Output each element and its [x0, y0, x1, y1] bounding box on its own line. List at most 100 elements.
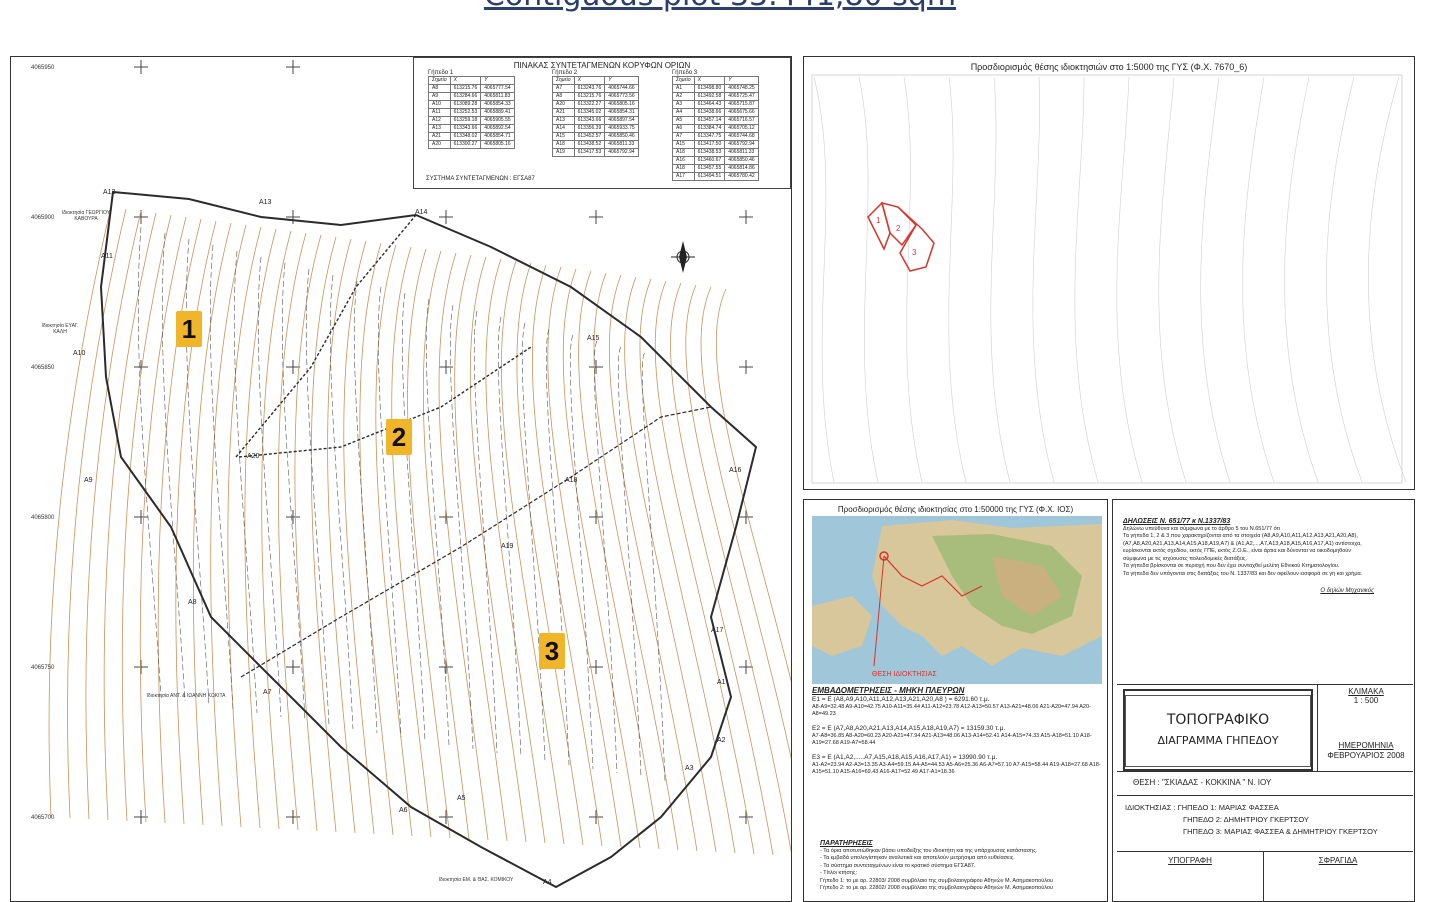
vertex-label: A6 — [399, 807, 408, 814]
stamp-box: ΣΦΡΑΓΙΔΑ — [1263, 851, 1413, 901]
coord-cell: Y — [480, 76, 515, 85]
coord-group-table: Σημείο X Y A8 613215.76 4065777.54 A9 613284.66… — [428, 76, 515, 149]
locator-5000-panel: Προσδιορισμός θέσης ιδιοκτησιών στο 1:50… — [803, 56, 1415, 490]
coord-cell: 4065892.54 — [480, 124, 515, 133]
coord-row: A6 613384.74 4065705.12 — [672, 124, 759, 133]
coord-cell: Σημείο — [428, 76, 451, 85]
notes-title: ΠΑΡΑΤΗΡΗΣΕΙΣ — [820, 840, 873, 847]
coord-cell: A20 — [428, 140, 451, 149]
grid-label: 4065800 — [31, 515, 55, 521]
coord-cell: A10 — [428, 100, 451, 109]
declaration-line: Δηλώνω υπεύθυνα και σύμφωνα με το άρθρο … — [1123, 525, 1280, 532]
property-marker-label: ΘΕΣΗ ΙΔΙΟΚΤΗΣΙΑΣ — [872, 671, 937, 678]
declaration-line: Τα γήπεδα βρίσκονται σε περιοχή που δεν … — [1123, 563, 1340, 569]
coord-row: A19 613417.53 4065792.94 — [552, 148, 639, 157]
crs-label: ΣΥΣΤΗΜΑ ΣΥΝΤΕΤΑΓΜΕΝΩΝ : ΕΓΣΑ87 — [426, 176, 535, 182]
coord-row: A18 613438.52 4065811.33 — [552, 140, 639, 149]
coord-row: A5 613457.14 4065716.57 — [672, 116, 759, 125]
coord-cell: 613457.14 — [693, 116, 726, 125]
grid-label: 4065950 — [31, 65, 55, 71]
vertex-label: A13 — [259, 199, 272, 206]
coord-cell: A3 — [672, 100, 695, 109]
coord-cell: 4065675.66 — [724, 108, 759, 117]
coord-row: A20 613300.27 4065805.16 — [428, 140, 515, 149]
date-label: ΗΜΕΡΟΜΗΝΙΑ — [1338, 741, 1394, 750]
coord-cell: 613417.53 — [573, 148, 606, 157]
note-line: - Τα όρια αποτυπώθηκαν βάσει υποδείξης τ… — [820, 847, 1038, 854]
north-arrow — [671, 241, 695, 273]
locator-plot-num: 3 — [912, 248, 917, 257]
coord-cell: 4065805.16 — [604, 100, 639, 109]
coord-cell: 613345.02 — [573, 108, 606, 117]
coord-cell: 4065777.54 — [480, 84, 515, 93]
coord-row: A13 613343.66 4065892.54 — [428, 124, 515, 133]
signature-box: ΥΠΟΓΡΑΦΗ — [1117, 851, 1264, 901]
neighbour-label: Ιδιοκτησία ΕΜ. & ΘΑΣ. ΚΟΜΙΚΟΥ — [438, 877, 514, 883]
coord-row: A18 613457.55 4065814.86 — [672, 164, 759, 173]
coord-cell: A18 — [672, 148, 695, 157]
coord-cell: 613343.66 — [449, 124, 482, 133]
locator-50000-title: Προσδιορισμός θέσης ιδιοκτησίας στο 1:50… — [837, 505, 1074, 514]
coord-cell: A16 — [672, 156, 695, 165]
coord-group-3: Γήπεδο 3 Σημείο X Y A1 613498.80 4065748.25 A2… — [672, 70, 759, 181]
coord-cell: A6 — [672, 124, 695, 133]
vertex-label: A17 — [711, 627, 724, 634]
scale-value: 1 : 500 — [1353, 696, 1379, 705]
coord-cell: 613498.80 — [693, 84, 726, 93]
coord-cell: 4065850.46 — [604, 132, 639, 141]
location-text: ΘΕΣΗ : "ΣΚΙΑΔΑΣ - ΚΟΚΚΙΝΑ " Ν. ΙΟΥ — [1133, 778, 1272, 787]
coordinate-table: ΠΙΝΑΚΑΣ ΣΥΝΤΕΤΑΓΜΕΝΩΝ ΚΟΡΥΦΩΝ ΟΡΙΩΝ Γήπε… — [413, 57, 791, 189]
coordinate-table-title: ΠΙΝΑΚΑΣ ΣΥΝΤΕΤΑΓΜΕΝΩΝ ΚΟΡΥΦΩΝ ΟΡΙΩΝ — [513, 61, 691, 70]
scale-label: ΚΛΙΜΑΚΑ — [1348, 687, 1384, 696]
coord-row: Σημείο X Y — [672, 76, 759, 85]
vertex-label: A8 — [188, 599, 197, 606]
coord-cell: Σημείο — [672, 76, 695, 85]
coord-cell: X — [449, 76, 482, 85]
coord-cell: 4065780.42 — [724, 172, 759, 181]
topographic-plan-panel: ΠΙΝΑΚΑΣ ΣΥΝΤΕΤΑΓΜΕΝΩΝ ΚΟΡΥΦΩΝ ΟΡΙΩΝ Γήπε… — [10, 56, 792, 902]
coord-cell: 613215.76 — [449, 84, 482, 93]
coord-cell: 613494.51 — [693, 172, 726, 181]
coord-row: A7 613243.76 4065744.66 — [552, 84, 639, 93]
declaration-line: Τα γήπεδα 1, 2 & 3 που χαρακτηρίζονται α… — [1123, 533, 1358, 539]
coord-row: A20 613322.27 4065805.16 — [552, 100, 639, 109]
coord-cell: A13 — [552, 116, 575, 125]
coord-cell: 4065715.87 — [724, 100, 759, 109]
coord-cell: Y — [604, 76, 639, 85]
coord-cell: 4065850.46 — [724, 156, 759, 165]
coord-row: A18 613438.53 4065811.33 — [672, 148, 759, 157]
locator-50000-map: ΘΕΣΗ ΙΔΙΟΚΤΗΣΙΑΣ — [812, 516, 1102, 684]
vertex-label: A14 — [415, 209, 428, 216]
drawing-title-main: ΤΟΠΟΓΡΑΦΙΚΟ — [1166, 712, 1270, 728]
coord-row: A14 613356.39 4065933.75 — [552, 124, 639, 133]
declarations-section: ΔΗΛΩΣΕΙΣ Ν. 651/77 κ Ν.1337/83 Δηλώνω υπ… — [1123, 518, 1403, 578]
coord-row: A8 613215.76 4065777.54 — [428, 84, 515, 93]
coord-row: A7 613347.75 4065744.68 — [672, 132, 759, 141]
date-value: ΦΕΒΡΟΥΑΡΙΟΣ 2008 — [1327, 751, 1405, 760]
vertex-label: A20 — [247, 453, 260, 460]
coord-cell: A17 — [672, 172, 695, 181]
coord-cell: 4065705.12 — [724, 124, 759, 133]
plot-number-2: 2 — [386, 419, 412, 455]
declaration-line: σύμφωνα με τις ισχύουσες πολεοδομικές δι… — [1123, 555, 1248, 562]
coord-row: Σημείο X Y — [428, 76, 515, 85]
declaration-line: (A7,A8,A20,A21,A13,A14,A15,A18,A19,A7) &… — [1123, 540, 1362, 547]
coord-cell: X — [693, 76, 726, 85]
coord-cell: 4065725.47 — [724, 92, 759, 101]
neighbour-label: Ιδιοκτησία ΕΥΑΓ. ΚΑΛΗ — [41, 323, 79, 335]
note-line: Γήπεδο 2: το με αρ. 22802/ 2008 συμβόλαι… — [820, 885, 1053, 891]
coord-row: A15 613452.57 4065850.46 — [552, 132, 639, 141]
vertex-label: A15 — [587, 335, 600, 342]
areas-section: ΕΜΒΑΔΟΜΕΤΡΗΣΕΙΣ - ΜΗΚΗ ΠΛΕΥΡΩΝ E1 = E (A… — [812, 686, 1102, 776]
coord-row: A10 613089.28 4065854.33 — [428, 100, 515, 109]
coord-cell: 613452.57 — [573, 132, 606, 141]
coord-row: A3 613464.43 4065715.87 — [672, 100, 759, 109]
coord-cell: A21 — [428, 132, 451, 141]
coord-cell: A18 — [672, 164, 695, 173]
coord-cell: 613438.52 — [573, 140, 606, 149]
coord-cell: 613259.18 — [449, 116, 482, 125]
coord-row: A17 613494.51 4065780.42 — [672, 172, 759, 181]
locator-plot-num: 1 — [876, 216, 881, 225]
coord-cell: 613300.27 — [449, 140, 482, 149]
coord-group-table: Σημείο X Y A7 613243.76 4065744.66 A8 613215.76… — [552, 76, 639, 157]
